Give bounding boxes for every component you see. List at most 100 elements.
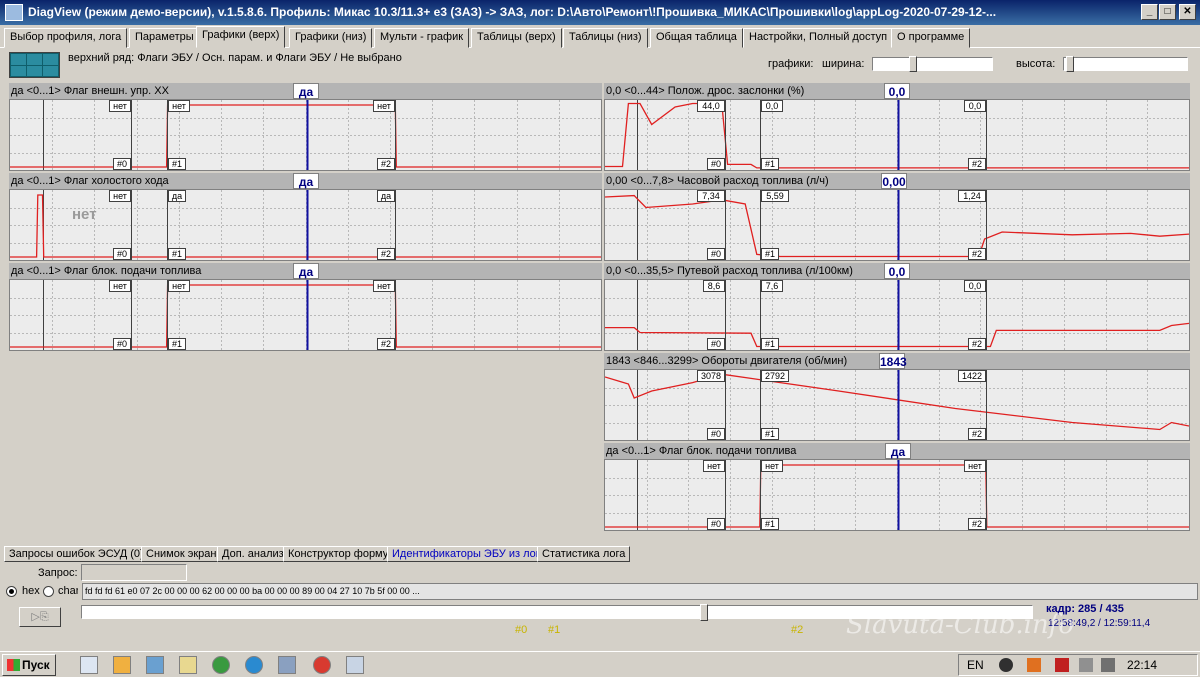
graph-canvas[interactable]: 8,6 #0 7,6 #1 0,0 #2 [604,279,1190,351]
tray-settings-icon[interactable] [1027,658,1041,672]
tab-about[interactable]: О программе [891,28,971,48]
app-icon [5,4,23,21]
layout-grid-icon[interactable] [9,52,60,78]
hex-radio[interactable] [6,586,17,597]
folder-icon[interactable] [179,656,197,674]
tab-extra-analysis[interactable]: Доп. анализ [217,546,289,562]
graph-canvas[interactable]: нет #0 нет #1 нет #2 [9,99,602,171]
graphs-subheader: верхний ряд: Флаги ЭБУ / Осн. парам. и Ф… [0,49,1200,81]
marker-tag: #1 [761,158,779,170]
tab-ecu-identifiers[interactable]: Идентификаторы ЭБУ из лога [387,546,551,562]
tab-log-statistics[interactable]: Статистика лога [537,546,631,562]
network-icon[interactable] [278,656,296,674]
right-param-graph-panel: 0,0 <0...35,5> Путевой расход топлива (л… [604,263,1190,351]
marker-tag: #0 [707,338,725,350]
tray-security-icon[interactable] [1055,658,1069,672]
language-indicator[interactable]: EN [967,658,984,672]
current-value: 0,00 [881,173,907,189]
tab-multi-graph[interactable]: Мульти - график [374,28,470,48]
height-slider[interactable] [1063,56,1188,72]
tab-formula-builder[interactable]: Конструктор формул [283,546,400,562]
graph-canvas[interactable]: нет #0 нет #1 нет #2 [9,279,602,351]
graphs-label: графики: [768,58,814,70]
tab-screenshot[interactable]: Снимок экрана [141,546,228,562]
marker-tag: #1 [761,518,779,530]
diagview-window-icon[interactable] [346,656,364,674]
marker-tag: #0 [113,248,131,260]
request-input[interactable] [81,564,187,581]
chrome-icon[interactable] [212,656,230,674]
marker-value-label: нет [109,100,131,112]
data-curve [605,322,1189,348]
graph-svg [10,190,601,260]
maximize-button[interactable]: □ [1159,4,1176,20]
tray-network-icon[interactable] [1079,658,1093,672]
graph-canvas[interactable]: нет #0 нет #1 нет #2 [604,459,1190,531]
tab-settings[interactable]: Настройки, Полный доступ [743,28,894,48]
tab-ecu-error-requests[interactable]: Запросы ошибок ЭСУД (0) [4,546,149,562]
graph-svg [605,460,1189,530]
width-slider[interactable] [872,56,993,72]
frame-slider[interactable] [81,604,1033,621]
marker-value-label: 7,6 [761,280,783,292]
marker-tag: #1 [168,158,186,170]
graph-canvas[interactable]: 7,34 #0 5,59 #1 1,24 #2 [604,189,1190,261]
marker-tag: #2 [968,248,986,260]
marker-value-label: нет [703,460,725,472]
slider-marker-1: #1 [548,624,561,636]
tab-profile-log[interactable]: Выбор профиля, лога [4,28,128,48]
current-value: да [293,263,319,279]
graph-title: да <0...1> Флаг холостого хода [11,175,169,187]
marker-tag: #2 [968,158,986,170]
minimize-button[interactable]: _ [1141,4,1158,20]
tab-tables-top[interactable]: Таблицы (верх) [471,28,562,48]
marker-tag: #1 [168,338,186,350]
graph-canvas[interactable]: 44,0 #0 0,0 #1 0,0 #2 [604,99,1190,171]
current-value: 0,0 [884,83,910,99]
marker-value-label: 5,59 [761,190,789,202]
tab-tables-bottom[interactable]: Таблицы (низ) [563,28,648,48]
marker-tag: #0 [707,248,725,260]
left-flag-graph-panel: да <0...1> Флаг холостого хода да нет #0 да #… [9,173,602,261]
chrome-window-icon[interactable] [313,656,331,674]
height-slider-thumb[interactable] [1066,56,1074,72]
width-label: ширина: [822,58,865,70]
tab-graphs-top[interactable]: Графики (верх) [196,26,286,48]
marker-tag: #1 [168,248,186,260]
graph-canvas[interactable]: 3078 #0 2792 #1 1422 #2 [604,369,1190,441]
clock: 22:14 [1127,658,1158,672]
right-param-graph-panel: 1843 <846...3299> Обороты двигателя (об/… [604,353,1190,441]
graph-title: да <0...1> Флаг внешн. упр. ХХ [11,85,169,97]
width-slider-thumb[interactable] [909,56,917,72]
marker-value-label: да [377,190,395,202]
play-copy-icon[interactable]: ▷⎘ [19,607,61,627]
state-overlay-label: нет [72,206,97,223]
start-button[interactable]: Пуск [2,654,56,676]
hex-radio-label: hex [22,585,40,597]
right-param-graph-panel: 0,00 <0...7,8> Часовой расход топлива (л… [604,173,1190,261]
close-button[interactable]: ✕ [1179,4,1196,20]
marker-value-label: 1,24 [958,190,986,202]
tab-parameters[interactable]: Параметры [129,28,200,48]
explorer-icon[interactable] [80,656,98,674]
skype-icon[interactable] [245,656,263,674]
tab-graphs-bottom[interactable]: Графики (низ) [289,28,373,48]
notepad-icon[interactable] [146,656,164,674]
volume-icon[interactable] [1101,658,1115,672]
current-value: да [293,83,319,99]
marker-tag: #0 [707,428,725,440]
slider-marker-0: #0 [515,624,528,636]
marker-tag: #0 [707,158,725,170]
graph-canvas[interactable]: нет #0 да #1 да #2 нет [9,189,602,261]
marker-tag: #0 [113,158,131,170]
frame-slider-thumb[interactable] [700,604,708,621]
request-label: Запрос: [38,567,78,579]
tray-app-icon[interactable] [999,658,1013,672]
media-player-icon[interactable] [113,656,131,674]
marker-value-label: 8,6 [703,280,725,292]
marker-value-label: нет [373,280,395,292]
current-value: 1843 [879,353,907,369]
marker-value-label: 0,0 [964,100,986,112]
char-radio[interactable] [43,586,54,597]
tab-common-table[interactable]: Общая таблица [650,28,743,48]
